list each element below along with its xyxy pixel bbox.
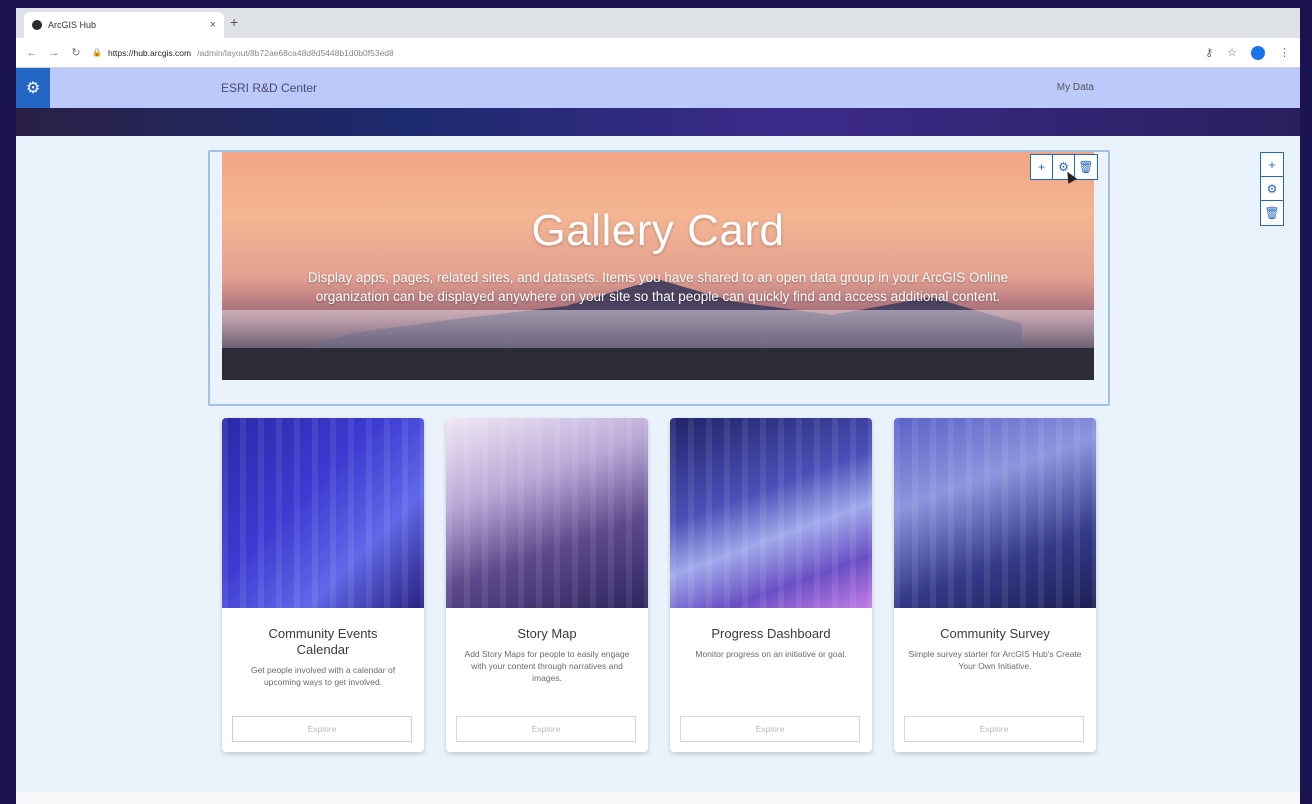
site-settings-button[interactable]: ⚙ xyxy=(16,68,50,108)
card-title: Community Survey xyxy=(940,626,1050,641)
card-description: Add Story Maps for people to easily enga… xyxy=(464,649,630,683)
hero-description: Display apps, pages, related sites, and … xyxy=(307,270,1009,304)
menu-dots-icon[interactable]: ⋮ xyxy=(1279,46,1290,59)
card-image xyxy=(222,418,424,608)
card-description: Monitor progress on an initiative or goa… xyxy=(695,649,847,659)
site-header: ⚙ ESRI R&D Center My Data xyxy=(16,68,1300,108)
key-icon[interactable]: ⚷ xyxy=(1205,46,1213,59)
gallery-cards: Community Events Calendar Get people inv… xyxy=(222,418,1096,752)
card-title: Progress Dashboard xyxy=(711,626,831,641)
hero-title: Gallery Card xyxy=(531,206,785,255)
image-texture xyxy=(670,418,872,608)
card-description: Get people involved with a calendar of u… xyxy=(250,665,396,687)
gallery-card-story-map: Story Map Add Story Maps for people to e… xyxy=(446,418,648,752)
url-host: https://hub.arcgis.com xyxy=(107,47,192,58)
new-tab-button[interactable]: + xyxy=(230,14,238,30)
nav-link-my-data[interactable]: My Data xyxy=(1057,82,1094,93)
lock-icon: 🔒 xyxy=(92,48,102,57)
gallery-card-events: Community Events Calendar Get people inv… xyxy=(222,418,424,752)
card-title: Community Events Calendar xyxy=(268,626,378,657)
cloud-graphic xyxy=(222,310,1094,350)
row-delete-icon[interactable]: 🗑 xyxy=(1261,201,1283,225)
image-texture xyxy=(894,418,1096,608)
address-bar: ← → ↻ 🔒 https://hub.arcgis.com/admin/lay… xyxy=(16,38,1300,68)
card-description: Simple survey starter for ArcGIS Hub's C… xyxy=(908,649,1082,671)
tab-title: ArcGIS Hub xyxy=(48,20,97,30)
header-banner-image xyxy=(16,108,1300,136)
row-toolbar: + ⚙ 🗑 xyxy=(1260,152,1284,226)
explore-button[interactable]: Explore xyxy=(680,716,860,742)
forward-arrow-icon[interactable]: → xyxy=(48,47,60,59)
ground-graphic xyxy=(222,348,1094,380)
add-icon[interactable]: + xyxy=(1031,155,1053,179)
image-texture xyxy=(222,418,424,608)
close-tab-icon[interactable]: × xyxy=(210,19,216,31)
browser-tab[interactable]: ArcGIS Hub × xyxy=(24,12,224,38)
gallery-card-hero[interactable]: Gallery Card Display apps, pages, relate… xyxy=(222,152,1094,380)
reload-icon[interactable]: ↻ xyxy=(70,46,82,59)
explore-button[interactable]: Explore xyxy=(456,716,636,742)
card-title: Story Map xyxy=(517,626,577,641)
explore-button[interactable]: Explore xyxy=(232,716,412,742)
url-field[interactable]: 🔒 https://hub.arcgis.com/admin/layout/8b… xyxy=(92,48,1195,58)
gallery-card-community-survey: Community Survey Simple survey starter f… xyxy=(894,418,1096,752)
gallery-card-progress-dashboard: Progress Dashboard Monitor progress on a… xyxy=(670,418,872,752)
row-add-icon[interactable]: + xyxy=(1261,153,1283,177)
arcgis-favicon-icon xyxy=(32,20,42,30)
card-image xyxy=(894,418,1096,608)
screen: ArcGIS Hub × + ← → ↻ 🔒 https://hub.arcgi… xyxy=(16,8,1300,804)
site-title[interactable]: ESRI R&D Center xyxy=(221,81,317,95)
delete-icon[interactable]: 🗑 xyxy=(1075,155,1097,179)
back-arrow-icon[interactable]: ← xyxy=(26,47,38,59)
explore-button[interactable]: Explore xyxy=(904,716,1084,742)
url-path: /admin/layout/8b72ae68ca48d8d5448b1d0b0f… xyxy=(197,47,394,58)
row-settings-icon[interactable]: ⚙ xyxy=(1261,177,1283,201)
image-texture xyxy=(446,418,648,608)
browser-actions: ⚷ ☆ ⋮ xyxy=(1205,45,1290,60)
card-image xyxy=(670,418,872,608)
card-image xyxy=(446,418,648,608)
profile-avatar-icon[interactable] xyxy=(1251,45,1265,60)
page-footer-strip xyxy=(16,792,1300,804)
browser-tab-strip: ArcGIS Hub × + xyxy=(16,8,1300,38)
gear-icon: ⚙ xyxy=(25,80,41,97)
star-icon[interactable]: ☆ xyxy=(1227,46,1237,59)
